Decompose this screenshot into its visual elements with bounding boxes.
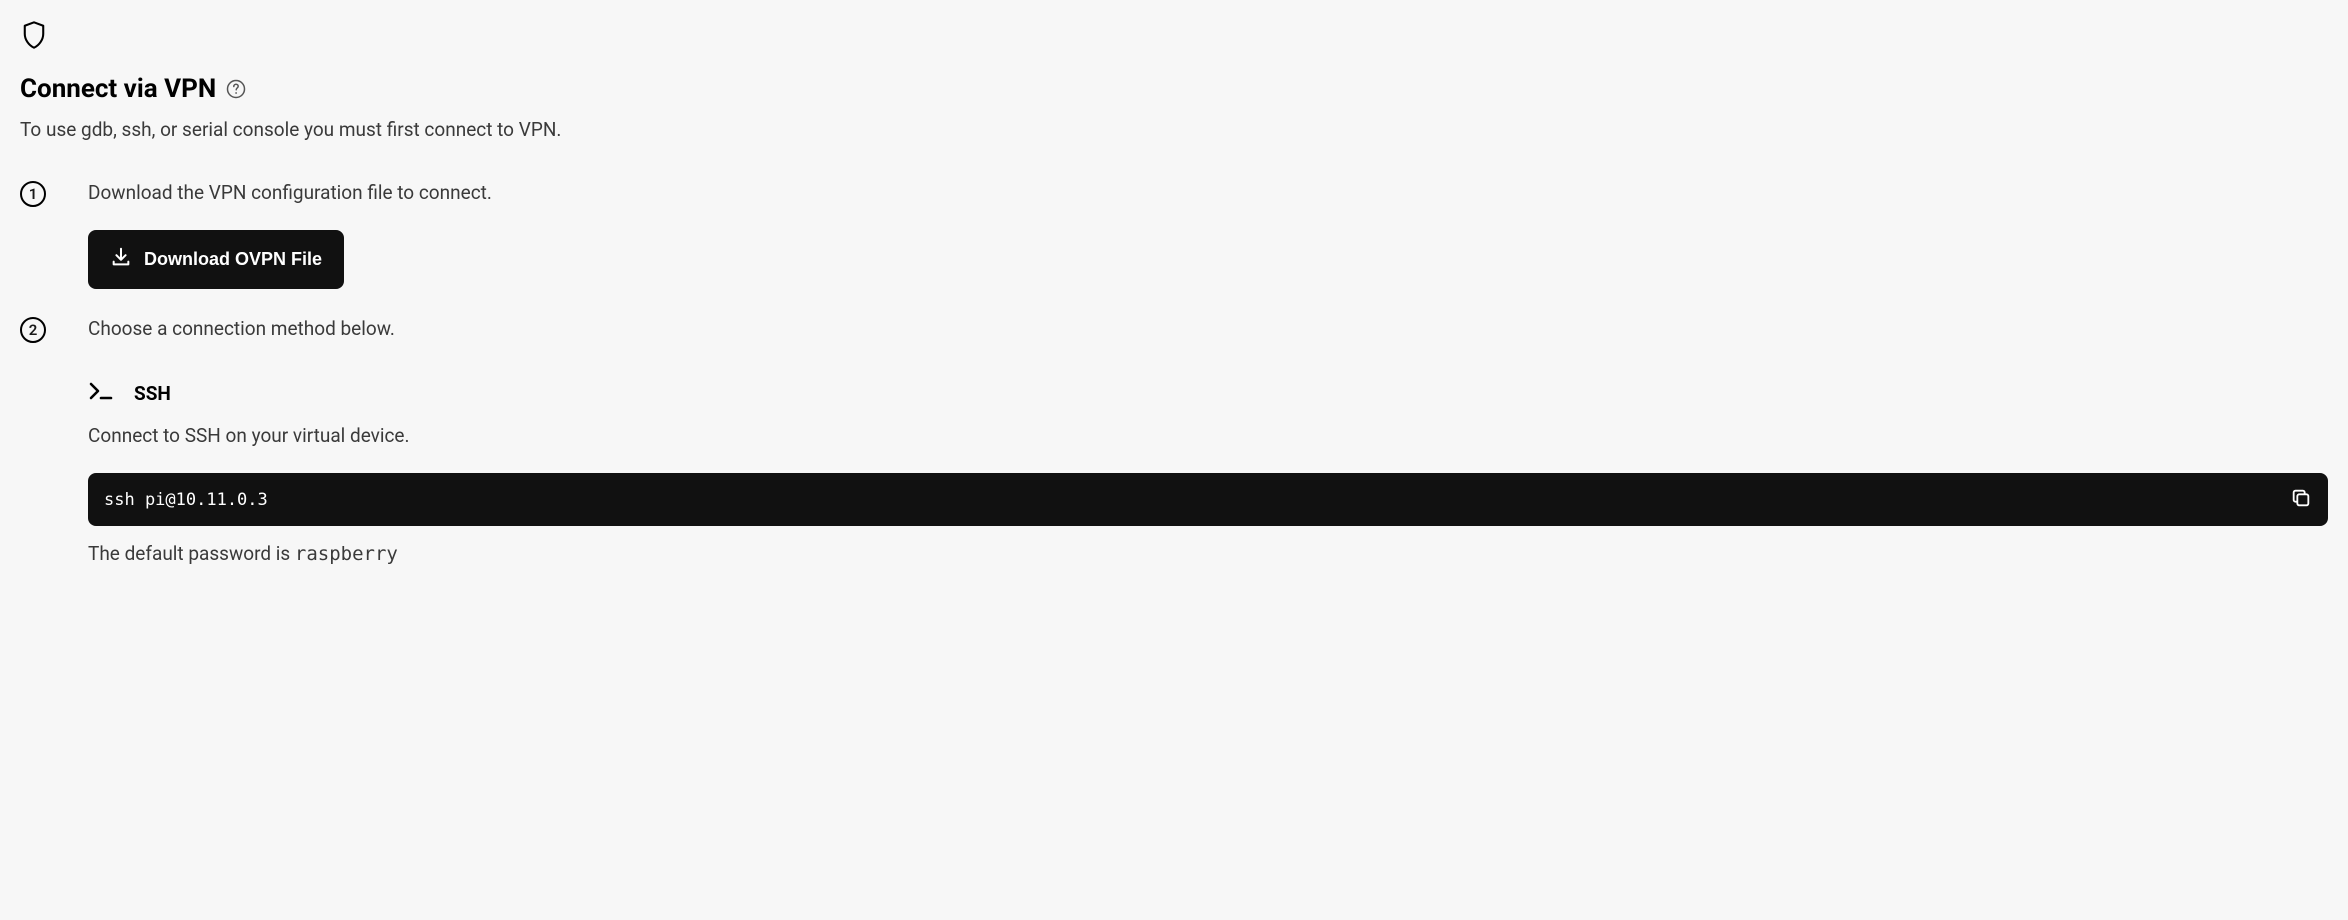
shield-icon <box>20 20 2328 54</box>
step-number-1: 1 <box>20 181 46 207</box>
ssh-command-block: ssh pi@10.11.0.3 <box>88 473 2328 526</box>
step-one-text: Download the VPN configuration file to c… <box>88 181 2328 204</box>
copy-icon <box>2290 487 2312 512</box>
ssh-description: Connect to SSH on your virtual device. <box>88 424 2328 447</box>
step-two: 2 Choose a connection method below. SSH … <box>20 317 2328 565</box>
copy-button[interactable] <box>2290 487 2312 512</box>
download-button-label: Download OVPN File <box>144 249 322 270</box>
step-one: 1 Download the VPN configuration file to… <box>20 181 2328 289</box>
page-title: Connect via VPN <box>20 74 216 104</box>
step-number-2: 2 <box>20 317 46 343</box>
terminal-icon <box>88 380 114 406</box>
password-note: The default password is raspberry <box>88 542 2328 565</box>
help-icon[interactable] <box>226 79 246 99</box>
ssh-command-text: ssh pi@10.11.0.3 <box>104 490 268 510</box>
download-ovpn-button[interactable]: Download OVPN File <box>88 230 344 289</box>
password-value: raspberry <box>295 543 398 565</box>
ssh-title: SSH <box>134 382 171 405</box>
step-two-text: Choose a connection method below. <box>88 317 2328 340</box>
password-note-prefix: The default password is <box>88 542 295 565</box>
vpn-subtext: To use gdb, ssh, or serial console you m… <box>20 118 2328 141</box>
download-icon <box>110 246 132 273</box>
